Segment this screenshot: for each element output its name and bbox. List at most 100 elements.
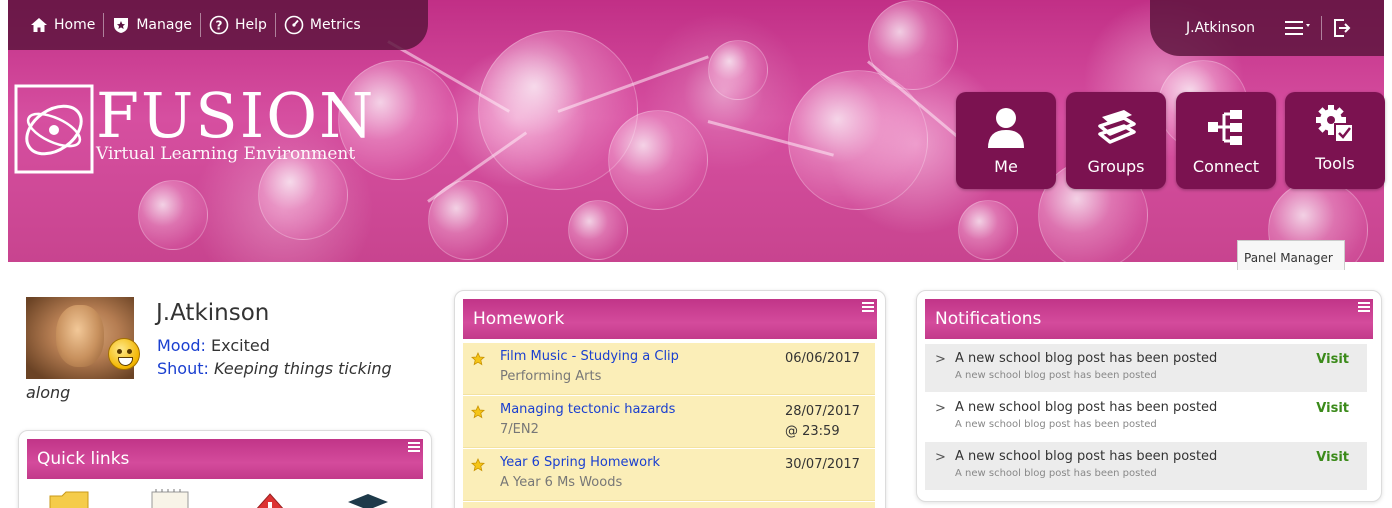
shout-label: Shout: <box>157 359 209 378</box>
homework-item-date: 06/06/2017 <box>785 351 860 366</box>
logo-subtitle: Virtual Learning Environment <box>96 144 356 164</box>
bubble-decoration <box>138 180 208 250</box>
notifications-widget: Notifications > A new school blog post h… <box>916 290 1382 502</box>
nav-help[interactable]: ? Help <box>209 15 267 35</box>
home-icon <box>30 17 48 33</box>
mood-smiley-icon <box>108 338 140 370</box>
chevron-right-icon: > <box>935 401 946 416</box>
nav-home[interactable]: Home <box>30 17 95 33</box>
username-link[interactable]: J.Atkinson <box>1186 20 1255 36</box>
sitemap-icon <box>1176 106 1276 150</box>
notification-item[interactable]: > A new school blog post has been posted… <box>925 344 1367 392</box>
notifications-title: Notifications <box>935 309 1042 329</box>
notepad-icon[interactable] <box>150 488 190 508</box>
tile-groups-label: Groups <box>1087 157 1145 176</box>
homework-item-subject: A Year 6 Ms Woods <box>500 475 623 490</box>
star-icon <box>471 404 485 423</box>
notification-subtitle: A new school blog post has been posted <box>955 419 1157 430</box>
homework-item-subject: 7/EN2 <box>500 422 539 437</box>
notification-item[interactable]: > A new school blog post has been posted… <box>925 442 1367 490</box>
book-red-icon[interactable] <box>250 488 290 508</box>
homework-item[interactable]: Year 6 Spring Homework A Year 6 Ms Woods… <box>463 449 875 501</box>
widget-menu-icon[interactable] <box>407 439 421 455</box>
homework-item[interactable]: Managing tectonic hazards 7/EN2 28/07/20… <box>463 396 875 448</box>
tile-me-label: Me <box>994 157 1018 176</box>
homework-item-date: 30/07/2017 <box>785 457 860 472</box>
notification-title: A new school blog post has been posted <box>955 351 1218 366</box>
panel-manager-tab[interactable]: Panel Manager <box>1237 240 1345 270</box>
star-icon <box>471 351 485 370</box>
tile-connect[interactable]: Connect <box>1176 92 1276 189</box>
homework-widget: Homework Film Music - Studying a Clip Pe… <box>454 290 886 508</box>
notification-title: A new school blog post has been posted <box>955 449 1218 464</box>
visit-link[interactable]: Visit <box>1316 401 1349 416</box>
homework-item-title[interactable]: Film Music - Studying a Clip <box>500 349 679 364</box>
person-icon <box>956 106 1056 150</box>
visit-link[interactable]: Visit <box>1316 450 1349 465</box>
nav-divider <box>103 13 105 37</box>
notification-title: A new school blog post has been posted <box>955 400 1218 415</box>
notification-subtitle: A new school blog post has been posted <box>955 370 1157 381</box>
shout-line: Shout: Keeping things ticking <box>157 359 392 378</box>
logout-icon[interactable] <box>1332 18 1352 38</box>
logo-title: FUSION <box>96 79 376 152</box>
homework-item-partial <box>463 502 875 508</box>
logo-text: FUSION Virtual Learning Environment <box>96 79 376 165</box>
nav-divider <box>274 13 276 37</box>
tile-tools-label: Tools <box>1315 154 1355 173</box>
nav-divider <box>199 13 201 37</box>
shield-icon <box>112 16 130 34</box>
homework-item-title[interactable]: Year 6 Spring Homework <box>500 455 660 470</box>
bubble-decoration <box>868 0 958 90</box>
shout-value-continued: along <box>26 383 71 402</box>
profile-name: J.Atkinson <box>156 300 270 326</box>
homework-title: Homework <box>473 309 565 329</box>
fusion-logo-mark <box>14 84 94 178</box>
chevron-right-icon: > <box>935 450 946 465</box>
menu-icon[interactable] <box>1285 19 1311 37</box>
homework-item[interactable]: Film Music - Studying a Clip Performing … <box>463 343 875 395</box>
tile-connect-label: Connect <box>1192 157 1260 176</box>
nav-metrics[interactable]: Metrics <box>284 15 361 35</box>
folder-icon[interactable] <box>48 488 92 508</box>
homework-item-date-value: 28/07/2017 <box>785 404 860 419</box>
quick-links-title: Quick links <box>37 449 130 469</box>
visit-link[interactable]: Visit <box>1316 352 1349 367</box>
user-bar: J.Atkinson <box>1150 0 1384 56</box>
tile-me[interactable]: Me <box>956 92 1056 189</box>
nav-home-label: Home <box>54 17 96 33</box>
tile-tools[interactable]: Tools <box>1285 92 1385 189</box>
mood-value: Excited <box>211 336 270 355</box>
mood-line: Mood: Excited <box>157 336 270 355</box>
notifications-header: Notifications <box>925 299 1373 339</box>
star-icon <box>471 457 485 476</box>
bubble-decoration <box>708 40 768 100</box>
widget-menu-icon[interactable] <box>1357 299 1371 315</box>
books-icon <box>1066 106 1166 150</box>
gear-icon <box>1285 102 1385 146</box>
bubble-decoration <box>788 70 928 210</box>
nav-metrics-label: Metrics <box>309 17 361 33</box>
widget-menu-icon[interactable] <box>861 299 875 315</box>
speedometer-icon <box>284 15 304 35</box>
bubble-decoration <box>608 110 708 210</box>
homework-item-time: @ 23:59 <box>785 424 840 439</box>
graduation-cap-icon[interactable] <box>346 488 390 508</box>
top-nav: Home Manage ? Help Metrics <box>8 0 428 50</box>
nav-manage[interactable]: Manage <box>112 16 192 34</box>
homework-item-subject: Performing Arts <box>500 369 602 384</box>
svg-text:?: ? <box>215 19 222 33</box>
nav-help-label: Help <box>234 17 267 33</box>
homework-item-title[interactable]: Managing tectonic hazards <box>500 402 675 417</box>
bubble-decoration <box>568 200 628 260</box>
quick-links-header: Quick links <box>27 439 423 479</box>
homework-header: Homework <box>463 299 877 339</box>
homework-item-date: 28/07/2017 @ 23:59 <box>785 402 860 442</box>
tile-groups[interactable]: Groups <box>1066 92 1166 189</box>
nav-divider <box>1321 16 1323 40</box>
notification-subtitle: A new school blog post has been posted <box>955 468 1157 479</box>
mood-label: Mood: <box>157 336 206 355</box>
chevron-right-icon: > <box>935 352 946 367</box>
notification-item[interactable]: > A new school blog post has been posted… <box>925 393 1367 441</box>
bubble-decoration <box>958 200 1018 260</box>
